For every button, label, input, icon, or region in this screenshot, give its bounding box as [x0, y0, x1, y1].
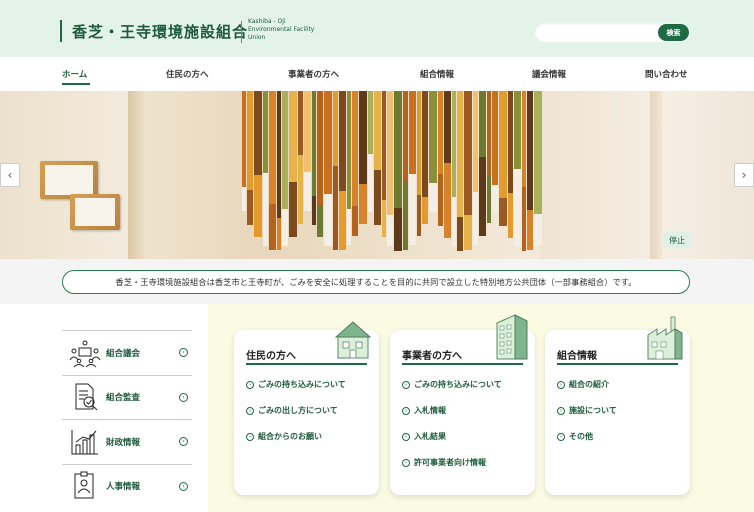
left-item-audit[interactable]: 組合監査 ›	[62, 374, 192, 420]
logo-bar	[60, 20, 62, 42]
personnel-icon	[74, 471, 94, 499]
card-link[interactable]: › 組合の紹介	[557, 379, 609, 390]
factory-icon	[647, 316, 683, 360]
chevron-right-icon: ›	[179, 392, 188, 402]
card-link[interactable]: › 入札結果	[402, 431, 446, 442]
chevron-left-icon: ‹	[7, 168, 13, 182]
chevron-right-icon: ›	[246, 406, 254, 415]
left-item-label: 財政情報	[106, 437, 141, 448]
chevron-right-icon: ›	[179, 348, 188, 357]
site-logo-title[interactable]: 香芝・王寺環境施設組合	[72, 21, 248, 42]
hero-prev-button[interactable]: ‹	[0, 163, 20, 187]
card-link-label: 施設について	[569, 406, 617, 415]
search-button[interactable]: 検索	[658, 24, 689, 41]
card-title: 住民の方へ	[246, 351, 296, 362]
chevron-right-icon: ›	[557, 432, 565, 441]
chevron-right-icon: ›	[246, 432, 254, 441]
global-nav: ホーム 住民の方へ 事業者の方へ 組合情報 議会情報 問い合わせ	[0, 57, 754, 91]
office-building-icon	[496, 314, 528, 360]
hero-stop-button[interactable]: 停止	[663, 232, 691, 248]
nav-assembly-info[interactable]: 議会情報	[532, 68, 566, 80]
site-header: 香芝・王寺環境施設組合 Kashiba - Oji Environmental …	[0, 0, 754, 57]
card-link[interactable]: › ごみの持ち込みについて	[246, 379, 346, 390]
card-union-info: 組合情報 › 組合の紹介 › 施設について › その他	[545, 316, 690, 495]
logo-en-line: Environmental Facility	[248, 26, 315, 33]
card-residents: 住民の方へ › ごみの持ち込みについて › ごみの出し方について › 組合からのお願い	[234, 321, 379, 495]
chevron-right-icon: ›	[402, 406, 410, 415]
left-item-personnel[interactable]: 人事情報 ›	[62, 463, 192, 509]
left-item-label: 組合議会	[106, 348, 141, 359]
card-link-label: 組合の紹介	[569, 380, 609, 389]
card-link[interactable]: › 組合からのお願い	[246, 431, 322, 442]
left-item-label: 組合監査	[106, 393, 141, 404]
logo-separator	[241, 21, 242, 43]
nav-contact[interactable]: 問い合わせ	[645, 68, 688, 80]
intro-text: 香芝・王寺環境施設組合は香芝市と王寺町が、ごみを安全に処理することを目的に共同で…	[62, 270, 690, 294]
nav-home[interactable]: ホーム	[62, 68, 87, 80]
assembly-icon	[69, 340, 101, 368]
hero-next-button[interactable]: ›	[734, 163, 754, 187]
card-link-label: 組合からのお願い	[258, 432, 322, 441]
card-link-label: 入札結果	[414, 432, 446, 441]
chart-icon	[71, 429, 98, 455]
card-link[interactable]: › ごみの持ち込みについて	[402, 379, 502, 390]
search-box: 検索	[535, 23, 690, 45]
house-icon	[334, 321, 372, 359]
nav-union-info[interactable]: 組合情報	[420, 68, 454, 80]
logo-en-line: Union	[248, 34, 266, 41]
hero-slideshow: ‹ › 停止	[0, 91, 754, 259]
card-rule	[246, 363, 367, 365]
chevron-right-icon: ›	[557, 406, 565, 415]
card-link[interactable]: › その他	[557, 431, 593, 442]
card-link[interactable]: › 入札情報	[402, 405, 446, 416]
card-title: 組合情報	[557, 351, 597, 362]
card-title: 事業者の方へ	[402, 351, 462, 362]
chevron-right-icon: ›	[402, 380, 410, 389]
hero-wood-art	[242, 91, 542, 251]
site-logo-english: Kashiba - Oji Environmental Facility Uni…	[248, 18, 328, 42]
chevron-right-icon: ›	[402, 458, 410, 467]
card-link-label: ごみの持ち込みについて	[258, 380, 346, 389]
card-link-label: その他	[569, 432, 593, 441]
card-link-label: ごみの持ち込みについて	[414, 380, 502, 389]
card-link-label: ごみの出し方について	[258, 406, 338, 415]
nav-residents[interactable]: 住民の方へ	[166, 68, 209, 80]
card-link[interactable]: › ごみの出し方について	[246, 405, 338, 416]
card-link-label: 入札情報	[414, 406, 446, 415]
chevron-right-icon: ›	[179, 437, 188, 446]
card-rule	[557, 363, 678, 365]
nav-businesses[interactable]: 事業者の方へ	[288, 68, 339, 80]
left-item-assembly[interactable]: 組合議会 ›	[62, 330, 192, 375]
chevron-right-icon: ›	[402, 432, 410, 441]
logo-en-line: Kashiba - Oji	[248, 18, 286, 25]
card-link-label: 許可事業者向け情報	[414, 458, 486, 467]
chevron-right-icon: ›	[557, 380, 565, 389]
card-rule	[402, 363, 523, 365]
nav-active-underline	[62, 83, 90, 85]
card-businesses: 事業者の方へ › ごみの持ち込みについて › 入札情報 › 入札結果 › 許可事業者向け…	[390, 314, 535, 495]
left-item-finance[interactable]: 財政情報 ›	[62, 419, 192, 464]
chevron-right-icon: ›	[179, 481, 188, 491]
card-link[interactable]: › 許可事業者向け情報	[402, 457, 486, 468]
chevron-right-icon: ›	[741, 168, 747, 182]
audit-icon	[75, 383, 98, 411]
left-link-list: 組合議会 › 組合監査 › 財政情報 › 人事情報 ›	[62, 330, 192, 508]
left-item-label: 人事情報	[106, 482, 141, 493]
card-link[interactable]: › 施設について	[557, 405, 617, 416]
chevron-right-icon: ›	[246, 380, 254, 389]
search-input[interactable]	[535, 26, 653, 45]
